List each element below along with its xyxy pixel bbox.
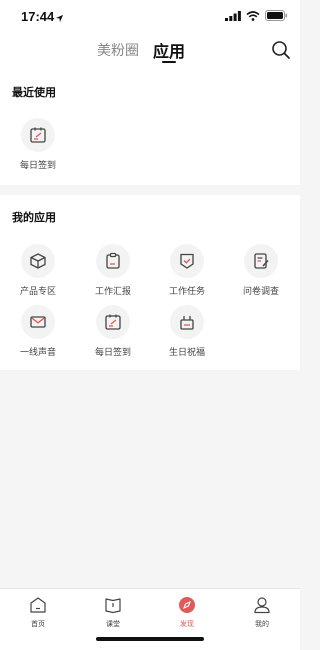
battery-icon [265, 10, 288, 21]
active-tab-indicator [162, 61, 176, 63]
app-label: 每日签到 [94, 347, 131, 357]
cube-icon [21, 244, 55, 278]
app-daily-checkin[interactable]: 每日签到 [78, 305, 148, 358]
cake-icon [170, 305, 204, 339]
recent-section: 最近使用 每日签到 [0, 70, 300, 185]
app-label: 工作任务 [168, 286, 205, 296]
status-time: 17:44 [21, 9, 55, 24]
calendar-check-icon [96, 305, 130, 339]
app-label: 每日签到 [19, 160, 56, 170]
app-survey[interactable]: 问卷调查 [226, 244, 296, 297]
top-header: 美粉圈 应用 [0, 32, 300, 70]
tab-apps[interactable]: 应用 [153, 38, 185, 62]
home-indicator [96, 637, 204, 641]
my-apps-section: 我的应用 产品专区 工作汇报 工作任务 问卷调查 一线声音 每日签到 生日祝福 [0, 195, 300, 370]
clipboard-icon [96, 244, 130, 278]
signal-icon [225, 10, 241, 21]
app-label: 一线声音 [19, 347, 56, 357]
wifi-icon [246, 10, 260, 21]
app-label: 问卷调查 [242, 286, 279, 296]
book-icon [103, 595, 123, 615]
app-label: 生日祝福 [168, 347, 205, 357]
app-work-tasks[interactable]: 工作任务 [152, 244, 222, 297]
tabbar-label: 首页 [31, 621, 45, 628]
shield-check-icon [170, 244, 204, 278]
profile-icon [252, 595, 272, 615]
tabbar-item-profile[interactable]: 我的 [237, 595, 287, 629]
tabbar-label: 我的 [255, 621, 269, 628]
tabbar-item-classroom[interactable]: 课堂 [88, 595, 138, 629]
survey-icon [244, 244, 278, 278]
location-arrow-icon [55, 10, 64, 28]
recent-app-daily-checkin[interactable]: 每日签到 [3, 118, 73, 171]
search-button[interactable] [271, 40, 291, 60]
search-icon [272, 41, 290, 59]
app-product-zone[interactable]: 产品专区 [3, 244, 73, 297]
section-title-recent: 最近使用 [12, 87, 56, 99]
status-indicators [225, 10, 288, 21]
app-label: 工作汇报 [94, 286, 131, 296]
mail-icon [21, 305, 55, 339]
app-birthday-wishes[interactable]: 生日祝福 [152, 305, 222, 358]
status-bar: 17:44 [0, 0, 300, 32]
tab-meifenquan[interactable]: 美粉圈 [97, 40, 139, 60]
app-label: 产品专区 [19, 286, 56, 296]
compass-icon [177, 595, 197, 615]
tabbar-label: 发现 [180, 621, 194, 628]
tabbar-item-home[interactable]: 首页 [13, 595, 63, 629]
tabbar-label: 课堂 [106, 621, 120, 628]
calendar-check-icon [21, 118, 55, 152]
app-frontline-voice[interactable]: 一线声音 [3, 305, 73, 358]
app-work-report[interactable]: 工作汇报 [78, 244, 148, 297]
section-title-my-apps: 我的应用 [12, 212, 56, 224]
home-icon [28, 595, 48, 615]
tabbar-item-discover[interactable]: 发现 [162, 595, 212, 629]
